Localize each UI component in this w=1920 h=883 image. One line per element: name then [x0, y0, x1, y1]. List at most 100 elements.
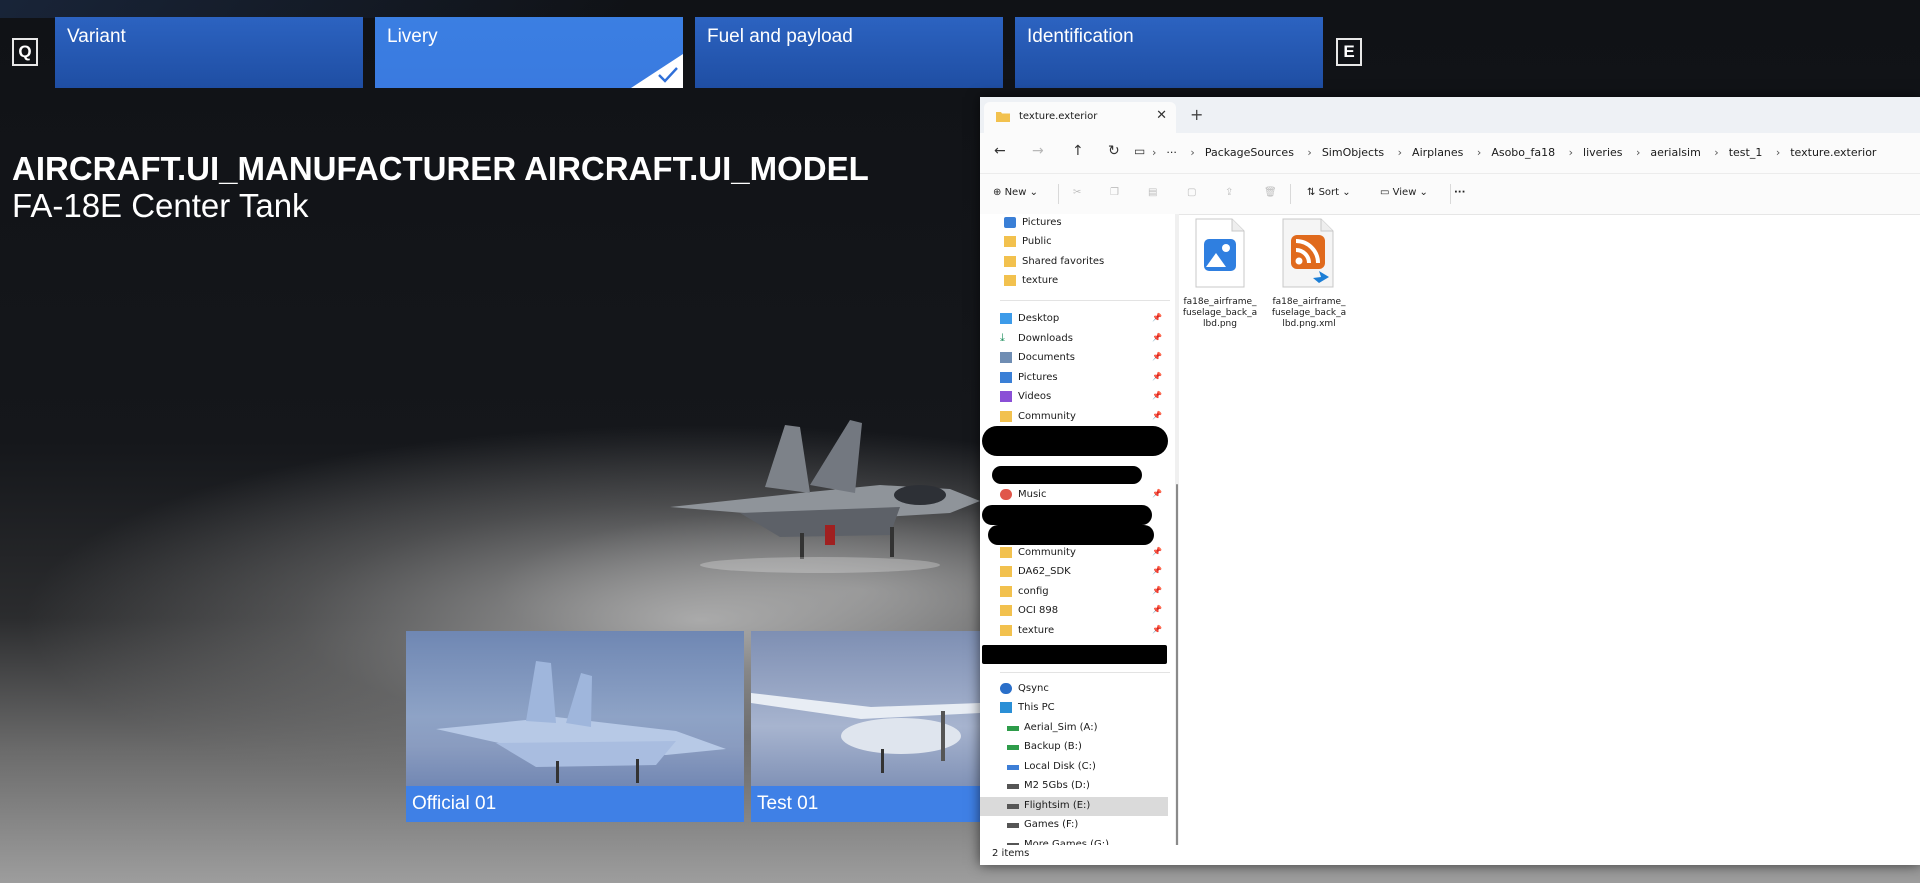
- folder-icon: [1004, 256, 1016, 267]
- paste-icon[interactable]: ▤: [1148, 187, 1157, 198]
- desktop-icon: [1000, 313, 1012, 324]
- drive-icon: [1007, 745, 1019, 750]
- drive-icon: [1007, 784, 1019, 789]
- qsync-icon: [1000, 683, 1012, 694]
- file-explorer-window[interactable]: texture.exterior ✕ + ← → ↑ ↻ ▭ › ··· › Pac…: [980, 97, 1920, 865]
- png-image-icon: [1195, 218, 1245, 288]
- sidebar-item-community-2[interactable]: Community 📌: [980, 544, 1168, 563]
- sidebar-item-drive-d[interactable]: M2 5Gbs (D:): [980, 777, 1168, 796]
- sidebar-item-pictures-pinned[interactable]: Pictures 📌: [980, 369, 1168, 388]
- share-icon[interactable]: ⇪: [1225, 187, 1233, 198]
- more-options-icon[interactable]: ···: [1454, 187, 1465, 198]
- cut-icon[interactable]: ✂: [1073, 187, 1081, 198]
- pin-icon: 📌: [1152, 547, 1162, 556]
- explorer-tab[interactable]: texture.exterior ✕: [984, 102, 1176, 133]
- aircraft-model-image: [670, 420, 980, 573]
- redacted-item: [982, 505, 1152, 525]
- sidebar-item-qsync[interactable]: Qsync: [980, 680, 1168, 699]
- sidebar-item-config[interactable]: config 📌: [980, 583, 1168, 602]
- sidebar-item-desktop[interactable]: Desktop 📌: [980, 310, 1168, 329]
- sidebar-item-drive-b[interactable]: Backup (B:): [980, 738, 1168, 757]
- sidebar-item-drive-f[interactable]: Games (F:): [980, 816, 1168, 835]
- new-tab-icon[interactable]: +: [1190, 105, 1203, 124]
- pin-icon: 📌: [1152, 411, 1162, 420]
- sidebar-item-texture-2[interactable]: texture 📌: [980, 622, 1168, 641]
- prev-tab-key[interactable]: Q: [12, 38, 38, 66]
- breadcrumb-item[interactable]: test_1: [1729, 146, 1763, 159]
- delete-icon[interactable]: 🗑: [1264, 187, 1277, 198]
- pin-icon: 📌: [1152, 372, 1162, 381]
- sidebar-item-community[interactable]: Community 📌: [980, 408, 1168, 427]
- next-tab-key[interactable]: E: [1336, 38, 1362, 66]
- tab-livery[interactable]: Livery: [375, 17, 683, 88]
- redacted-item: [982, 426, 1168, 456]
- livery-card-test-01[interactable]: Test 01: [751, 631, 980, 822]
- monitor-icon[interactable]: ▭: [1134, 144, 1145, 158]
- videos-icon: [1000, 391, 1012, 402]
- sort-icon: ⇅: [1307, 187, 1316, 198]
- breadcrumb: › ··· › PackageSources › SimObjects › Airpla…: [1152, 146, 1877, 159]
- back-icon[interactable]: ←: [994, 143, 1006, 159]
- command-bar: ⊕ New ⌄ ✂ ❐ ▤ ▢ ⇪ 🗑 ⇅ Sort ⌄ ▭ View ⌄ ··…: [980, 173, 1920, 215]
- pictures-icon: [1000, 372, 1012, 383]
- new-button[interactable]: ⊕ New ⌄: [993, 187, 1038, 198]
- up-icon[interactable]: ↑: [1072, 143, 1084, 159]
- background-stripe: [0, 0, 641, 18]
- folder-icon: [996, 112, 1010, 122]
- pin-icon: 📌: [1152, 352, 1162, 361]
- download-icon: ⤓: [1000, 331, 1005, 344]
- breadcrumb-item[interactable]: Asobo_fa18: [1491, 146, 1555, 159]
- close-tab-icon[interactable]: ✕: [1156, 108, 1167, 123]
- navigation-pane: Pictures Public Shared favorites texture…: [980, 214, 1176, 850]
- forward-icon[interactable]: →: [1032, 143, 1044, 159]
- sidebar-item-public[interactable]: Public: [980, 233, 1168, 252]
- rename-icon[interactable]: ▢: [1187, 187, 1196, 198]
- aircraft-variant: FA-18E Center Tank: [12, 187, 309, 224]
- sidebar-item-documents[interactable]: Documents 📌: [980, 349, 1168, 368]
- sidebar-item-oci-898[interactable]: OCI 898 📌: [980, 602, 1168, 621]
- view-button[interactable]: ▭ View ⌄: [1380, 187, 1428, 198]
- sidebar-item-drive-a[interactable]: Aerial_Sim (A:): [980, 719, 1168, 738]
- redacted-item: [992, 466, 1142, 484]
- folder-icon: [1000, 411, 1012, 422]
- explorer-tab-strip: texture.exterior ✕ +: [980, 97, 1920, 133]
- sidebar-item-music[interactable]: Music 📌: [980, 486, 1168, 505]
- sidebar-item-videos[interactable]: Videos 📌: [980, 388, 1168, 407]
- tab-label: Livery: [387, 26, 438, 47]
- pictures-icon: [1004, 217, 1016, 228]
- tab-identification[interactable]: Identification: [1015, 17, 1323, 88]
- breadcrumb-item[interactable]: liveries: [1583, 146, 1622, 159]
- drive-icon: [1007, 765, 1019, 770]
- breadcrumb-item[interactable]: aerialsim: [1650, 146, 1700, 159]
- scrollbar-thumb[interactable]: [1176, 484, 1178, 854]
- tab-label: Identification: [1027, 26, 1134, 47]
- breadcrumb-item[interactable]: PackageSources: [1205, 146, 1294, 159]
- breadcrumb-item[interactable]: Airplanes: [1412, 146, 1463, 159]
- breadcrumb-item[interactable]: texture.exterior: [1790, 146, 1876, 159]
- explorer-tab-title: texture.exterior: [1019, 111, 1098, 122]
- sidebar-item-da62-sdk[interactable]: DA62_SDK 📌: [980, 563, 1168, 582]
- sidebar-item-texture[interactable]: texture: [980, 272, 1168, 291]
- refresh-icon[interactable]: ↻: [1108, 143, 1120, 159]
- tab-label: Variant: [67, 26, 126, 47]
- sort-button[interactable]: ⇅ Sort ⌄: [1307, 187, 1351, 198]
- tab-fuel-payload[interactable]: Fuel and payload: [695, 17, 1003, 88]
- file-name: fa18e_airframe_fuselage_back_albd.png: [1182, 297, 1258, 329]
- sidebar-item-drive-e[interactable]: Flightsim (E:): [980, 797, 1168, 816]
- livery-card-official-01[interactable]: Official 01: [406, 631, 744, 822]
- sidebar-item-downloads[interactable]: ⤓ Downloads 📌: [980, 330, 1168, 349]
- breadcrumb-item[interactable]: SimObjects: [1322, 146, 1384, 159]
- sidebar-item-drive-c[interactable]: Local Disk (C:): [980, 758, 1168, 777]
- tab-variant[interactable]: Variant: [55, 17, 363, 88]
- documents-icon: [1000, 352, 1012, 363]
- copy-icon[interactable]: ❐: [1110, 187, 1119, 198]
- navigation-scrollbar[interactable]: [1175, 214, 1179, 854]
- file-item[interactable]: fa18e_airframe_fuselage_back_albd.png.xm…: [1271, 217, 1347, 330]
- folder-icon: [1000, 586, 1012, 597]
- explorer-navigation-bar: ← → ↑ ↻ ▭ › ··· › PackageSources › SimObjec…: [980, 133, 1920, 173]
- file-item[interactable]: fa18e_airframe_fuselage_back_albd.png: [1182, 217, 1258, 330]
- breadcrumb-more-icon[interactable]: ···: [1166, 146, 1177, 159]
- sidebar-item-pictures[interactable]: Pictures: [980, 214, 1168, 233]
- sidebar-item-this-pc[interactable]: This PC: [980, 699, 1168, 718]
- sidebar-item-shared-favorites[interactable]: Shared favorites: [980, 253, 1168, 272]
